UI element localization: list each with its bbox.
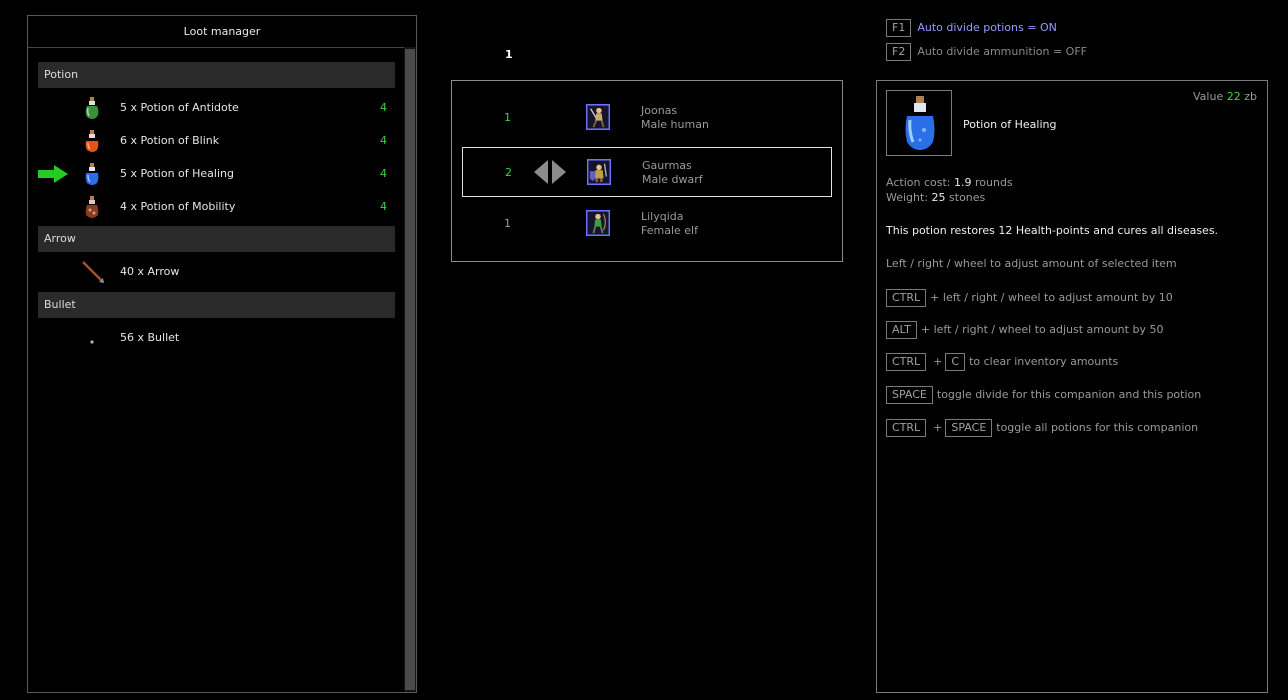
toggle-auto-divide-potions[interactable]: F1 Auto divide potions = ON (886, 19, 1057, 37)
action-cost-unit: rounds (974, 176, 1013, 189)
bullet-icon (90, 340, 94, 344)
item-icon-frame (886, 90, 952, 156)
loot-item-antidote[interactable]: 5 x Potion of Antidote 4 (38, 91, 395, 124)
hint-all-potions: CTRL + SPACE toggle all potions for this co… (886, 419, 1198, 437)
ctrl-key: CTRL (886, 419, 927, 437)
category-header-potion[interactable]: Potion (38, 62, 395, 88)
f2-key: F2 (886, 43, 912, 61)
item-value-amount: 22 (1226, 90, 1241, 103)
companion-list: 1 Joonas Male human 2 Gaurmas Male dwarf… (451, 80, 843, 262)
toggle-potions-text: Auto divide potions = ON (917, 21, 1057, 34)
hint-text: + left / right / wheel to adjust amount … (930, 291, 1173, 304)
item-value-label: Value (1193, 90, 1224, 103)
action-cost-value: 1.9 (953, 176, 972, 189)
c-key: C (945, 353, 966, 371)
loot-item-label: 5 x Potion of Antidote (120, 101, 239, 114)
selection-arrow-icon (38, 165, 68, 183)
f1-key: F1 (886, 19, 912, 37)
plus-sign: + (933, 421, 943, 434)
ctrl-key: CTRL (886, 353, 927, 371)
loot-manager-title: Loot manager (28, 16, 416, 48)
ctrl-key: CTRL (886, 289, 927, 307)
companion-name: Joonas (641, 104, 678, 117)
loot-item-blink[interactable]: 6 x Potion of Blink 4 (38, 124, 395, 157)
companion-amount: 1 (504, 111, 511, 124)
loot-item-label: 5 x Potion of Healing (120, 167, 234, 180)
hint-text: toggle divide for this companion and thi… (936, 388, 1202, 401)
loot-item-healing[interactable]: 5 x Potion of Healing 4 (38, 157, 395, 190)
loot-item-count: 4 (380, 167, 387, 180)
loot-item-bullet[interactable]: 56 x Bullet (38, 321, 395, 354)
hint-text: to clear inventory amounts (969, 355, 1119, 368)
companion-race: Male dwarf (642, 173, 703, 186)
space-key: SPACE (886, 386, 933, 404)
companion-name: Lilyqida (641, 210, 684, 223)
companion-row-lilyqida[interactable]: 1 Lilyqida Female elf (462, 199, 832, 249)
action-cost-label: Action cost: (886, 176, 951, 189)
loot-item-count: 4 (380, 101, 387, 114)
blue-potion-icon (85, 163, 99, 185)
weight-label: Weight: (886, 191, 929, 204)
hint-text: + left / right / wheel to adjust amount … (920, 323, 1164, 336)
loot-item-label: 6 x Potion of Blink (120, 134, 220, 147)
adjust-arrows-icon[interactable] (533, 160, 567, 184)
human-portrait-icon (586, 104, 610, 130)
loot-item-arrow[interactable]: 40 x Arrow (38, 255, 395, 288)
hint-space: SPACE toggle divide for this companion an… (886, 386, 1201, 404)
companion-row-joonas[interactable]: 1 Joonas Male human (462, 93, 832, 143)
companion-race: Female elf (641, 224, 698, 237)
companion-amount: 2 (505, 166, 512, 179)
alt-key: ALT (886, 321, 917, 339)
loot-item-label: 56 x Bullet (120, 331, 180, 344)
orange-potion-icon (85, 130, 99, 152)
remaining-amount: 1 (505, 48, 513, 61)
hint-adjust: Left / right / wheel to adjust amount of… (886, 257, 1177, 270)
item-name: Potion of Healing (963, 118, 1057, 131)
elf-portrait-icon (586, 210, 610, 236)
loot-item-label: 4 x Potion of Mobility (120, 200, 236, 213)
hint-alt-adjust: ALT + left / right / wheel to adjust amou… (886, 321, 1163, 339)
space-key: SPACE (945, 419, 993, 437)
hint-text: toggle all potions for this companion (996, 421, 1199, 434)
weight-unit: stones (949, 191, 986, 204)
weight-value: 25 (931, 191, 946, 204)
hint-clear: CTRL + Cto clear inventory amounts (886, 353, 1118, 371)
companion-row-gaurmas[interactable]: 2 Gaurmas Male dwarf (462, 147, 832, 197)
loot-item-count: 4 (380, 134, 387, 147)
plus-sign: + (933, 355, 943, 368)
green-potion-icon (85, 97, 99, 119)
item-value-unit: zb (1244, 90, 1257, 103)
category-header-arrow[interactable]: Arrow (38, 226, 395, 252)
item-description: This potion restores 12 Health-points an… (886, 224, 1219, 237)
loot-item-count: 4 (380, 200, 387, 213)
loot-item-label: 40 x Arrow (120, 265, 180, 278)
category-header-bullet[interactable]: Bullet (38, 292, 395, 318)
companion-race: Male human (641, 118, 709, 131)
arrow-icon (82, 261, 104, 283)
loot-item-mobility[interactable]: 4 x Potion of Mobility 4 (38, 190, 395, 223)
loot-manager-panel: Loot manager Potion 5 x Potion of Antido… (27, 15, 417, 693)
dwarf-portrait-icon (587, 159, 611, 185)
blue-potion-icon (905, 96, 935, 150)
toggle-auto-divide-ammunition[interactable]: F2 Auto divide ammunition = OFF (886, 43, 1087, 61)
companion-name: Gaurmas (642, 159, 692, 172)
hint-ctrl-adjust: CTRL + left / right / wheel to adjust amo… (886, 289, 1173, 307)
companion-amount: 1 (504, 217, 511, 230)
item-value: Value 22 zb (1193, 90, 1257, 103)
item-action-cost: Action cost: 1.9 rounds (886, 176, 1013, 189)
scrollbar-thumb[interactable] (405, 49, 415, 690)
item-info-panel: Potion of Healing Value 22 zb Action cos… (876, 80, 1268, 693)
red-potion-icon (85, 196, 99, 218)
item-weight: Weight: 25 stones (886, 191, 985, 204)
toggle-ammo-text: Auto divide ammunition = OFF (917, 45, 1087, 58)
